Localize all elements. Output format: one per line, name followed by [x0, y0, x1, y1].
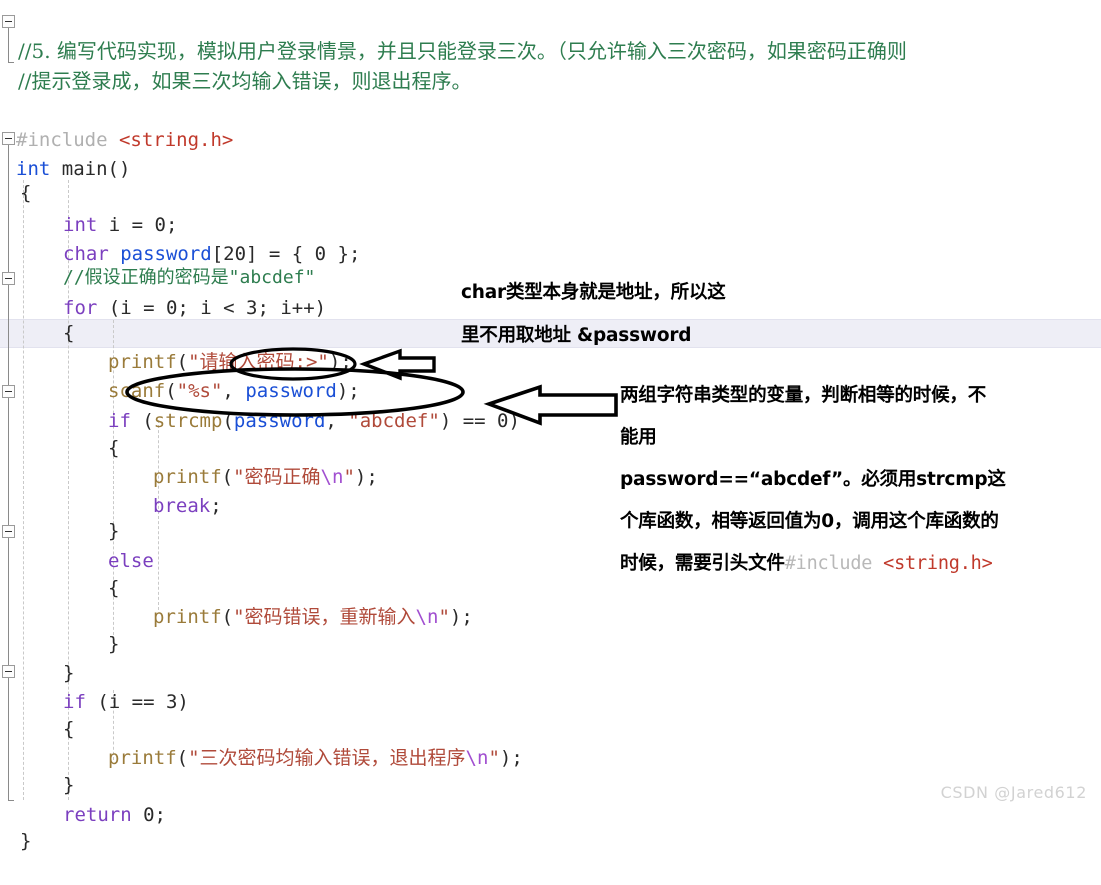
- code-line-scanf: scanf("%s", password);: [0, 348, 1101, 402]
- annotation-note2-line3: password==“abcdef”。必须用strcmp这: [620, 469, 1006, 490]
- annotation-note2-line5: 时候，需要引头文件#include <string.h>: [620, 549, 993, 575]
- code-line-include: #include <string.h>: [0, 97, 1101, 151]
- code-line-if-open-brace: {: [0, 405, 1101, 459]
- annotation-include-directive: #include <string.h>: [785, 553, 993, 574]
- annotation-note1-line1: char类型本身就是地址，所以这: [461, 282, 726, 303]
- code-line-printf-err: printf("密码错误，重新输入\n");: [0, 574, 1101, 628]
- main-close-brace: }: [20, 830, 32, 852]
- code-line-if-count: if (i == 3): [0, 659, 1101, 713]
- code-line-if2-close-brace: }: [0, 742, 1101, 796]
- code-line-if2-open-brace: {: [0, 686, 1101, 740]
- code-editor-surface: //5. 编写代码实现，模拟用户登录情景，并且只能登录三次。（只允许输入三次密码…: [0, 0, 1101, 852]
- code-line-comment-2: //提示登录成，如果三次均输入错误，则退出程序。: [0, 38, 1101, 93]
- csdn-watermark: CSDN @Jared612: [940, 783, 1087, 802]
- code-line-comment-1: //5. 编写代码实现，模拟用户登录情景，并且只能登录三次。（只允许输入三次密码…: [0, 8, 1101, 63]
- annotation-include-keyword: #include: [784, 553, 873, 574]
- annotation-note2-line1: 两组字符串类型的变量，判断相等的时候，不: [620, 385, 987, 406]
- annotation-note2-line2: 能用: [620, 427, 657, 448]
- annotation-note1-line2: 里不用取地址 &password: [461, 325, 692, 346]
- code-line-main-close-brace: }: [0, 798, 1101, 852]
- annotation-include-file: <string.h>: [883, 553, 993, 574]
- code-line-return: return 0;: [0, 772, 1101, 826]
- code-line-comment-password: //假设正确的密码是"abcdef": [0, 234, 1101, 288]
- comment-text-2: //提示登录成，如果三次均输入错误，则退出程序。: [18, 69, 472, 93]
- code-line-else-close-brace: }: [0, 601, 1101, 655]
- code-line-main-open-brace: {: [0, 150, 1101, 204]
- annotation-note2-line4: 个库函数，相等返回值为0，调用这个库函数的: [620, 511, 999, 532]
- code-line-printf-exit: printf("三次密码均输入错误，退出程序\n");: [0, 715, 1101, 769]
- code-line-decl-int: int i = 0;: [0, 182, 1101, 236]
- annotation-note2-line5-text: 时候，需要引头文件: [620, 553, 785, 574]
- code-line-printf-ok: printf("密码正确\n");: [0, 434, 1101, 488]
- code-line-for-close-brace: }: [0, 630, 1101, 684]
